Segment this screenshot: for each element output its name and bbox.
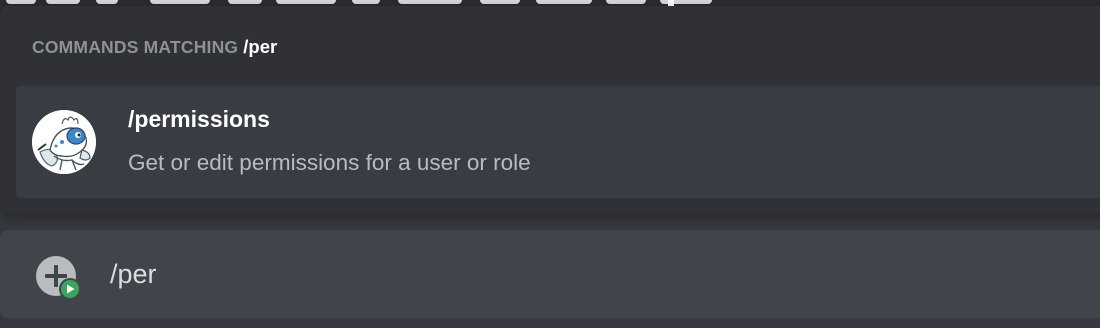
autocomplete-header: COMMANDS MATCHING /per	[32, 36, 277, 60]
add-attachment-button[interactable]	[34, 254, 82, 302]
message-input[interactable]	[110, 254, 1010, 294]
command-option-permissions[interactable]: /permissions Get or edit permissions for…	[16, 86, 1100, 198]
command-autocomplete-popup: COMMANDS MATCHING /per /permissions Get …	[0, 6, 1100, 213]
autocomplete-header-label: COMMANDS MATCHING	[32, 37, 239, 57]
autocomplete-header-query: /per	[243, 36, 278, 57]
bot-avatar-icon	[32, 110, 96, 174]
command-description: Get or edit permissions for a user or ro…	[128, 150, 531, 175]
message-composer	[0, 230, 1100, 318]
add-attachment-icon	[36, 256, 81, 300]
command-name: /permissions	[128, 106, 270, 132]
chat-view: COMMANDS MATCHING /per /permissions Get …	[0, 0, 1100, 328]
